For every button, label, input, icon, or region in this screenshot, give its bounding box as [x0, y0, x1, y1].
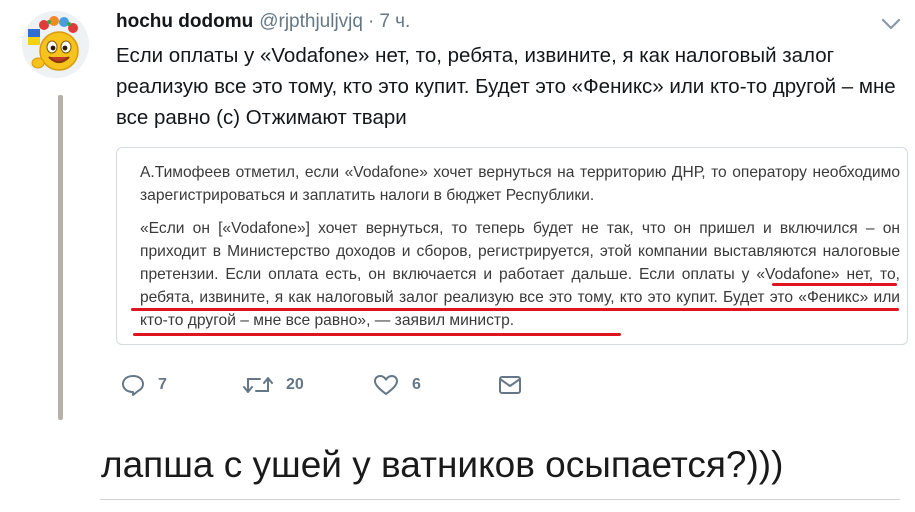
author-handle[interactable]: @rjpthjuljvjq	[259, 11, 363, 33]
quoted-article-screenshot: А.Тимофеев отметил, если «Vodafone» хоче…	[116, 147, 908, 345]
reply-count: 7	[158, 376, 167, 393]
author-name[interactable]: hochu dodomu	[116, 11, 253, 33]
divider	[100, 499, 900, 500]
quote-paragraph-1: А.Тимофеев отметил, если «Vodafone» хоче…	[140, 164, 900, 204]
like-count: 6	[412, 376, 421, 393]
avatar[interactable]	[22, 11, 89, 78]
envelope-icon	[499, 376, 521, 394]
tweet-card: hochu dodomu @rjpthjuljvjq · 7 ч. Если о…	[0, 0, 915, 420]
direct-message-button[interactable]	[497, 370, 523, 400]
separator-dot: ·	[367, 11, 375, 32]
retweet-count: 20	[286, 376, 304, 393]
timestamp[interactable]: 7 ч.	[379, 11, 410, 33]
thread-line	[58, 95, 63, 420]
smiley-avatar-image	[22, 11, 89, 78]
retweet-button[interactable]: 20	[242, 370, 304, 400]
reply-button[interactable]: 7	[120, 370, 167, 400]
like-button[interactable]: 6	[372, 370, 421, 400]
highlight-underline	[131, 308, 899, 311]
reply-icon	[122, 375, 144, 396]
tweet-text: Если оплаты у «Vodafone» нет, то, ребята…	[116, 44, 896, 129]
heart-icon	[374, 375, 398, 395]
chevron-down-icon[interactable]	[880, 17, 902, 31]
quote-paragraph-2: «Если он [«Vodafone»] хочет вернуться, т…	[140, 220, 900, 329]
retweet-icon	[243, 377, 273, 393]
highlight-underline	[772, 283, 897, 286]
caption-text: лапша с ушей у ватников осыпается?)))	[101, 444, 784, 485]
tweet-header: hochu dodomu @rjpthjuljvjq · 7 ч.	[116, 11, 410, 35]
highlight-underline	[133, 333, 621, 336]
